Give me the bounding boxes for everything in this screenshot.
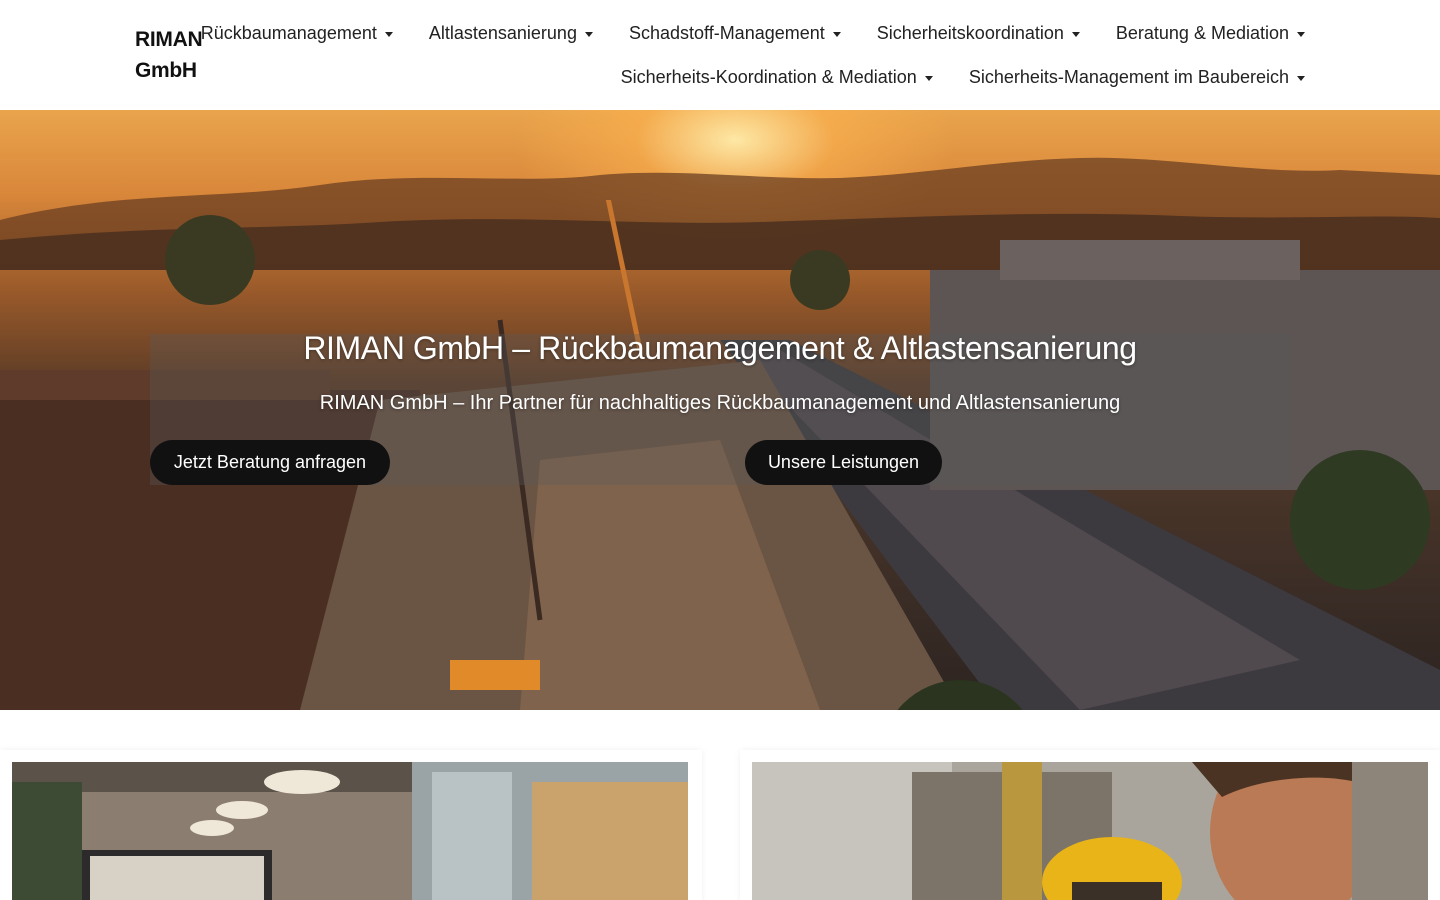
nav-label: Altlastensanierung — [428, 22, 577, 43]
main-nav-row-2: Sicherheits-Koordination & Mediation Sic… — [621, 64, 1305, 90]
construction-worker-illustration — [752, 762, 1428, 900]
caret-down-icon — [1071, 31, 1080, 37]
nav-label: Sicherheits-Koordination & Mediation — [620, 66, 917, 87]
nav-item-beratung-mediation[interactable]: Beratung & Mediation — [1080, 20, 1305, 46]
construction-worker-image — [752, 762, 1428, 900]
caret-down-icon — [924, 75, 933, 81]
caret-down-icon — [1297, 31, 1305, 37]
site-header: RIMAN GmbH Rückbaumanagement Altlastensa… — [0, 0, 1440, 110]
main-nav-row-1: Rückbaumanagement Altlastensanierung Sch… — [201, 20, 1305, 46]
nav-item-rueckbaumanagement[interactable]: Rückbaumanagement — [201, 20, 393, 46]
nav-item-sicherheits-koordination-mediation[interactable]: Sicherheits-Koordination & Mediation — [621, 64, 933, 90]
nav-item-altlastensanierung[interactable]: Altlastensanierung — [393, 20, 593, 46]
brand-line-2: GmbH — [135, 59, 197, 82]
services-button[interactable]: Unsere Leistungen — [745, 440, 942, 485]
caret-down-icon — [384, 31, 393, 37]
nav-label: Sicherheits-Management im Baubereich — [968, 66, 1289, 87]
nav-item-sicherheits-management[interactable]: Sicherheits-Management im Baubereich — [933, 64, 1305, 90]
hero-title: RIMAN GmbH – Rückbaumanagement & Altlast… — [303, 330, 1137, 366]
nav-item-sicherheitskoordination[interactable]: Sicherheitskoordination — [841, 20, 1080, 46]
nav-label: Sicherheitskoordination — [876, 22, 1064, 43]
service-card-1[interactable] — [0, 750, 702, 900]
nav-item-schadstoff-management[interactable]: Schadstoff-Management — [593, 20, 841, 46]
nav-label: Beratung & Mediation — [1115, 22, 1289, 43]
nav-label: Rückbaumanagement — [200, 22, 377, 43]
nav-label: Schadstoff-Management — [628, 22, 825, 43]
consultation-request-button[interactable]: Jetzt Beratung anfragen — [150, 440, 390, 485]
service-card-2[interactable] — [740, 750, 1440, 900]
caret-down-icon — [584, 31, 593, 37]
office-meeting-image — [12, 762, 688, 900]
hero-subtitle: RIMAN GmbH – Ihr Partner für nachhaltige… — [319, 392, 1121, 414]
office-meeting-illustration — [12, 762, 688, 900]
caret-down-icon — [1297, 75, 1305, 81]
caret-down-icon — [832, 31, 841, 37]
hero-section: RIMAN GmbH – Rückbaumanagement & Altlast… — [0, 110, 1440, 710]
